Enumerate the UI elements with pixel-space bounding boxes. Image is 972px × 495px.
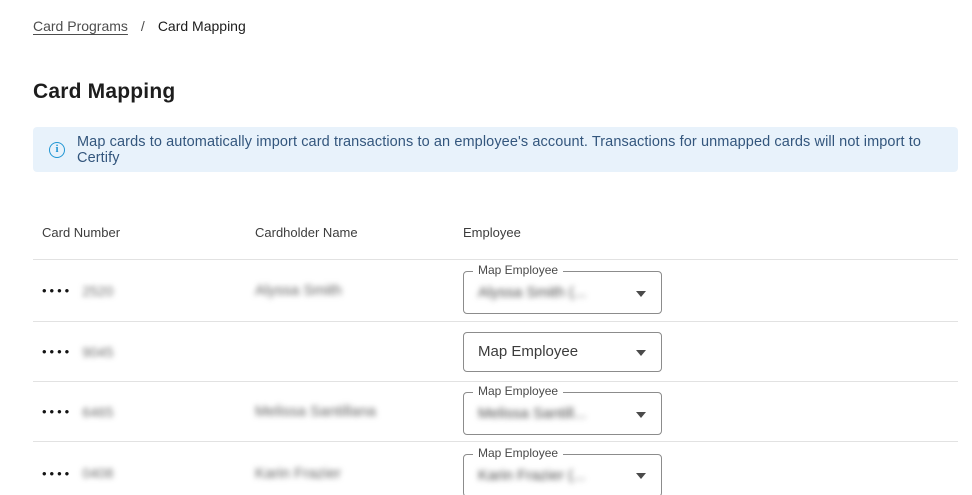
- caret-down-icon: [636, 290, 646, 297]
- info-banner: i Map cards to automatically import card…: [33, 127, 958, 172]
- employee-dropdown-value: Karin Frazier (...: [478, 466, 586, 484]
- caret-down-icon: [636, 411, 646, 418]
- header-card-number: Card Number: [42, 225, 121, 240]
- card-number-cell: •••• 2520: [42, 283, 255, 299]
- cardholder-name: Karin Frazier: [255, 464, 341, 482]
- page-content: Card Programs / Card Mapping Card Mappin…: [33, 0, 958, 495]
- card-number-mask: ••••: [42, 344, 73, 359]
- breadcrumb-current: Card Mapping: [157, 18, 246, 34]
- employee-dropdown[interactable]: Map Employee Melissa Santill...: [463, 384, 662, 435]
- employee-dropdown[interactable]: Map Employee Alyssa Smith (...: [463, 263, 662, 314]
- employee-dropdown-value: Map Employee: [478, 343, 579, 360]
- employee-dropdown-value: Melissa Santill...: [478, 405, 587, 422]
- breadcrumb-separator: /: [140, 18, 145, 34]
- info-banner-text: Map cards to automatically import card t…: [77, 133, 922, 166]
- card-number-cell: •••• 0408: [42, 465, 255, 481]
- card-number-last4: 6465: [82, 403, 114, 420]
- card-number-mask: ••••: [42, 404, 73, 419]
- table-row: •••• 9045 Map Employee: [33, 322, 958, 382]
- breadcrumb-link-card-programs[interactable]: Card Programs: [33, 18, 128, 34]
- header-employee: Employee: [463, 225, 521, 240]
- card-number-mask: ••••: [42, 465, 73, 481]
- cardholder-name: Melissa Santillana: [255, 403, 376, 420]
- table-row: •••• 0408 Karin Frazier Map Employee Kar…: [33, 442, 958, 495]
- employee-dropdown-value: Alyssa Smith (...: [478, 284, 587, 301]
- caret-down-icon: [636, 349, 646, 356]
- table-row: •••• 2520 Alyssa Smith Map Employee Alys…: [33, 260, 958, 322]
- card-number-last4: 9045: [82, 343, 114, 360]
- card-number-last4: 2520: [82, 282, 114, 299]
- employee-dropdown[interactable]: Map Employee Karin Frazier (...: [463, 446, 662, 495]
- table-header: Card Number Cardholder Name Employee: [33, 172, 958, 260]
- caret-down-icon: [636, 473, 646, 479]
- card-number-cell: •••• 6465: [42, 404, 255, 420]
- card-number-mask: ••••: [42, 283, 73, 298]
- card-number-cell: •••• 9045: [42, 344, 255, 360]
- card-number-last4: 0408: [82, 465, 114, 481]
- table-row: •••• 6465 Melissa Santillana Map Employe…: [33, 382, 958, 442]
- info-icon: i: [49, 141, 65, 158]
- breadcrumb: Card Programs / Card Mapping: [33, 0, 958, 34]
- page-title: Card Mapping: [33, 80, 176, 103]
- header-cardholder-name: Cardholder Name: [255, 225, 358, 240]
- cardholder-name: Alyssa Smith: [255, 282, 342, 299]
- employee-dropdown[interactable]: Map Employee: [463, 331, 662, 372]
